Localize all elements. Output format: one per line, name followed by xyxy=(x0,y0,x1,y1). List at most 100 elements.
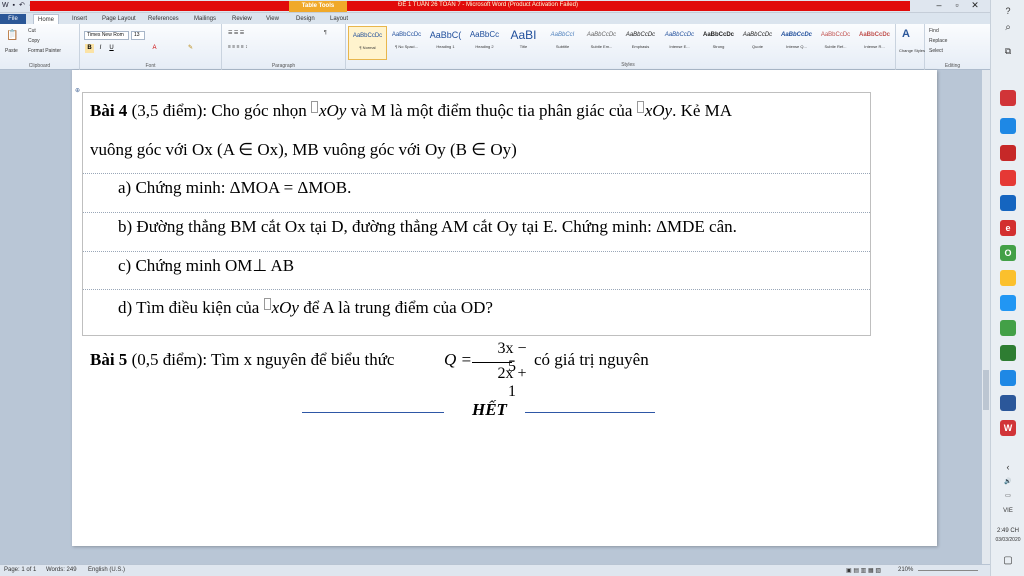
chrome-icon[interactable] xyxy=(1000,145,1016,161)
scrollbar-thumb[interactable] xyxy=(983,370,989,410)
find-button[interactable]: Find xyxy=(929,28,939,34)
style-no-spacing[interactable]: AaBbCcDc ¶ No Spaci... xyxy=(387,26,426,60)
clock-time[interactable]: 2:49 CH xyxy=(993,528,1023,534)
language-indicator[interactable]: English (U.S.) xyxy=(88,567,125,573)
network-icon[interactable]: ▭ xyxy=(993,492,1023,499)
app-icon-2[interactable] xyxy=(1000,118,1016,134)
tab-design[interactable]: Design xyxy=(292,14,319,24)
tab-mailings[interactable]: Mailings xyxy=(190,14,220,24)
align-icons[interactable]: ≡ ≡ ≡ ≡ ↕ xyxy=(228,44,248,50)
het-left-line xyxy=(302,412,444,413)
input-language[interactable]: VIE xyxy=(993,508,1023,514)
paragraph-group: ☰ ☰ ☰ ≡ ≡ ≡ ≡ ↕ ¶ Paragraph xyxy=(222,24,346,70)
style-quote[interactable]: AaBbCcDc Quote xyxy=(738,26,777,60)
select-button[interactable]: Select xyxy=(929,48,943,54)
volume-icon[interactable]: 🔊 xyxy=(993,478,1023,485)
copy-button[interactable]: Copy xyxy=(28,38,40,44)
paste-button[interactable]: Paste xyxy=(5,48,18,54)
word-icon[interactable]: W xyxy=(1000,420,1016,436)
tab-file[interactable]: File xyxy=(0,14,26,24)
zalo-icon[interactable] xyxy=(1000,320,1016,336)
style-subtle-emphasis[interactable]: AaBbCcDc Subtle Em... xyxy=(582,26,621,60)
highlight-icon[interactable]: ✎ xyxy=(186,44,195,53)
tab-review[interactable]: Review xyxy=(228,14,256,24)
tab-view[interactable]: View xyxy=(262,14,283,24)
angle-placeholder-icon xyxy=(310,101,318,113)
change-styles-icon[interactable]: A xyxy=(902,28,910,40)
text-color-icon[interactable]: A xyxy=(150,44,159,53)
style-emphasis[interactable]: AaBbCcDc Emphasis xyxy=(621,26,660,60)
style-heading-1[interactable]: AaBbC(Heading 1 xyxy=(426,26,465,60)
part-b: b) Đường thẳng BM cắt Ox tại D, đường th… xyxy=(118,217,737,236)
view-buttons-icon[interactable]: ▣ ▤ ▥ ▦ ▧ xyxy=(846,567,881,574)
underline-button[interactable]: U xyxy=(107,44,116,53)
tab-layout[interactable]: Layout xyxy=(326,14,352,24)
window-controls: – ▫ ✕ xyxy=(930,0,990,13)
tab-page-layout[interactable]: Page Layout xyxy=(98,14,140,24)
paste-icon[interactable]: 📋 xyxy=(6,30,18,41)
help-icon[interactable]: ? xyxy=(993,6,1023,16)
bai5-text: Bài 5 (0,5 điểm): Tìm x nguyên để biểu t… xyxy=(90,350,394,370)
style-subtle-reference[interactable]: AaBbCcDc Subtle Ref... xyxy=(816,26,855,60)
chevron-up-icon[interactable]: ‹ xyxy=(993,462,1023,472)
page-count[interactable]: Page: 1 of 1 xyxy=(4,567,36,573)
pilcrow-icon[interactable]: ¶ xyxy=(324,30,327,36)
edge-icon[interactable]: e xyxy=(1000,220,1016,236)
style-intense-quote[interactable]: AaBbCcDc Intense Q... xyxy=(777,26,816,60)
app-icon-11[interactable] xyxy=(1000,345,1016,361)
bold-button[interactable]: B xyxy=(85,44,94,53)
word-count[interactable]: Words: 249 xyxy=(46,567,77,573)
tab-home[interactable]: Home xyxy=(33,14,60,24)
vertical-scrollbar[interactable] xyxy=(982,70,990,564)
window-title: ĐỀ 1 TUẦN 26 TOÁN 7 - Microsoft Word (Pr… xyxy=(398,2,578,8)
ribbon: 📋 Paste Cut Copy Format Painter Clipboar… xyxy=(0,24,990,70)
app-icon-5[interactable] xyxy=(1000,195,1016,211)
document-page[interactable]: ⊕ Bài 4 (3,5 điểm): Cho góc nhọn xOy và … xyxy=(72,70,937,546)
font-name-box[interactable]: Times New Rom xyxy=(84,31,129,40)
tab-references[interactable]: References xyxy=(144,14,183,24)
style-intense-emphasis[interactable]: AaBbCcDc Intense E... xyxy=(660,26,699,60)
minecraft-icon[interactable] xyxy=(1000,370,1016,386)
change-styles-button[interactable]: Change Styles xyxy=(899,48,925,53)
font-size-box[interactable]: 13 xyxy=(131,31,145,40)
paragraph-label: Paragraph xyxy=(271,63,296,69)
app-icon-4[interactable] xyxy=(1000,170,1016,186)
zoom-level[interactable]: 210% xyxy=(898,567,913,573)
opera-icon[interactable]: O xyxy=(1000,245,1016,261)
minimize-button[interactable]: – xyxy=(930,0,948,10)
close-button[interactable]: ✕ xyxy=(966,0,984,11)
chrome-icon-2[interactable] xyxy=(1000,295,1016,311)
style-subtitle[interactable]: AaBbCcI Subtitle xyxy=(543,26,582,60)
style-normal[interactable]: AaBbCcDc ¶ Normal xyxy=(348,26,387,60)
bullets-icon[interactable]: ☰ ☰ ☰ xyxy=(228,30,244,36)
zoom-slider[interactable] xyxy=(918,570,978,571)
app-icon-13[interactable] xyxy=(1000,395,1016,411)
app-icon-1[interactable] xyxy=(1000,90,1016,106)
notification-icon[interactable]: ▢ xyxy=(993,555,1023,566)
ribbon-tabs: File Home Insert Page Layout References … xyxy=(0,13,990,24)
italic-button[interactable]: I xyxy=(96,44,105,53)
style-intense-reference[interactable]: AaBbCcDc Intense R... xyxy=(855,26,894,60)
format-painter-button[interactable]: Format Painter xyxy=(28,48,61,54)
fraction-denominator: 2x + 1 xyxy=(497,365,527,400)
bai4-points: (3,5 điểm): Cho góc nhọn xyxy=(127,101,311,120)
editing-group: Find Replace Select Editing xyxy=(925,24,980,70)
angle-xoy: xOy xyxy=(644,101,673,120)
clock-date[interactable]: 03/03/2020 xyxy=(993,537,1023,543)
app-icon-8[interactable] xyxy=(1000,270,1016,286)
table-move-handle-icon[interactable]: ⊕ xyxy=(75,87,81,94)
tab-insert[interactable]: Insert xyxy=(68,14,91,24)
change-styles-group: A Change Styles xyxy=(895,24,925,70)
cut-button[interactable]: Cut xyxy=(28,28,36,34)
bai4-end: . Kẻ MA xyxy=(672,101,733,120)
style-strong[interactable]: AaBbCcDc Strong xyxy=(699,26,738,60)
search-icon[interactable]: ⌕ xyxy=(993,22,1023,33)
part-d-post: để A là trung điểm của OD? xyxy=(298,298,493,317)
style-title[interactable]: AaBI Title xyxy=(504,26,543,60)
het-text: HẾT xyxy=(472,400,507,419)
task-view-icon[interactable]: ⧉ xyxy=(993,46,1023,57)
replace-button[interactable]: Replace xyxy=(929,38,947,44)
style-heading-2[interactable]: AaBbCc Heading 2 xyxy=(465,26,504,60)
bai5-label: Bài 5 xyxy=(90,350,128,369)
restore-button[interactable]: ▫ xyxy=(948,0,966,10)
